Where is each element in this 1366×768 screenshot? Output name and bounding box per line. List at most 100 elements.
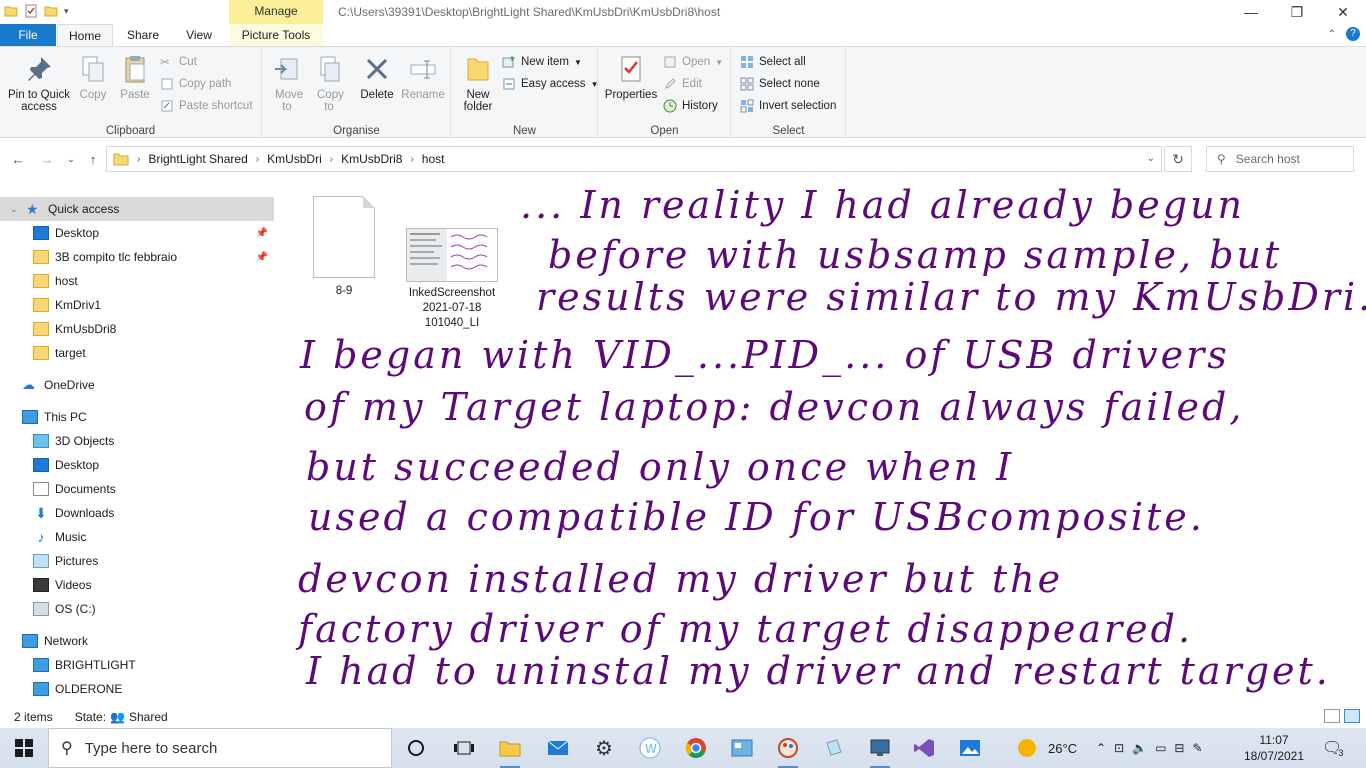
forward-button[interactable]: → (38, 150, 56, 168)
tab-view[interactable]: View (174, 24, 224, 46)
select-none-button[interactable]: Select none (740, 77, 820, 91)
invert-selection-button[interactable]: Invert selection (740, 99, 836, 113)
title-bar: ▾ Manage C:\Users\39391\Desktop\BrightLi… (0, 0, 1366, 24)
nav-videos[interactable]: Videos (0, 573, 274, 597)
cube-icon (33, 434, 49, 448)
copy-to-button[interactable]: Copy to (311, 53, 347, 113)
taskbar-search[interactable]: ⚲ Type here to search (48, 728, 392, 768)
nav-3b-compito[interactable]: 3B compito tlc febbraio 📌 (0, 245, 274, 269)
details-view-icon[interactable] (1324, 709, 1340, 723)
nav-network[interactable]: Network (0, 629, 274, 653)
nav-pictures[interactable]: Pictures (0, 549, 274, 573)
nav-kmusbdri8[interactable]: KmUsbDri8 (0, 317, 274, 341)
open-button[interactable]: Open ▼ (663, 55, 723, 69)
weather-widget[interactable]: 26°C (1018, 728, 1077, 768)
breadcrumb-chevron-icon[interactable]: › (256, 154, 259, 165)
move-to-button[interactable]: Move to (269, 53, 305, 113)
battery-icon[interactable]: ▭ (1155, 741, 1166, 755)
taskbar-mail[interactable] (538, 732, 578, 764)
chevron-up-icon[interactable]: ⌃ (1328, 29, 1336, 40)
people-tray-icon[interactable]: ⊡ (1114, 741, 1124, 755)
close-button[interactable]: ✕ (1320, 0, 1366, 24)
nav-documents[interactable]: Documents (0, 477, 274, 501)
nav-desktop-pinned[interactable]: Desktop 📌 (0, 221, 274, 245)
nav-onedrive[interactable]: ☁ OneDrive (0, 373, 274, 397)
properties-icon[interactable] (24, 4, 38, 18)
delete-button[interactable]: Delete (359, 53, 395, 101)
minimize-button[interactable]: — (1228, 0, 1274, 24)
tab-share[interactable]: Share (118, 24, 168, 46)
breadcrumb-chevron-icon[interactable]: › (410, 154, 413, 165)
network-tray-icon[interactable]: ⊟ (1174, 741, 1184, 755)
search-box[interactable]: ⚲ Search host (1206, 146, 1354, 172)
new-item-button[interactable]: New item ▼ (502, 55, 582, 69)
nav-quick-access[interactable]: ⌄ ★ Quick access (0, 197, 274, 221)
large-icons-view-icon[interactable] (1344, 709, 1360, 723)
tab-home[interactable]: Home (57, 24, 113, 46)
taskbar-chrome[interactable] (676, 732, 716, 764)
history-button[interactable]: History (663, 99, 718, 113)
nav-music[interactable]: ♪ Music (0, 525, 274, 549)
new-folder-button[interactable]: New folder (458, 53, 498, 113)
chevron-down-icon[interactable]: ⌄ (10, 204, 18, 215)
edit-button[interactable]: Edit (663, 77, 702, 91)
pen-icon[interactable]: ✎ (1192, 741, 1202, 755)
breadcrumb-kmusbdri8[interactable]: KmUsbDri8 (341, 152, 402, 166)
taskbar-settings[interactable]: ⚙ (584, 732, 624, 764)
tab-file[interactable]: File (0, 24, 56, 46)
easy-access-button[interactable]: Easy access ▼ (502, 77, 598, 91)
task-view-button[interactable] (444, 732, 484, 764)
taskbar-paint[interactable] (768, 732, 808, 768)
taskbar-photos[interactable] (950, 732, 990, 764)
cortana-button[interactable] (396, 732, 436, 764)
nav-host[interactable]: host (0, 269, 274, 293)
paste-shortcut-button[interactable]: Paste shortcut (160, 99, 253, 113)
customize-qat-icon[interactable]: ▾ (64, 6, 69, 17)
copy-button[interactable]: Copy (76, 53, 110, 101)
taskbar-app-w[interactable]: W (630, 732, 670, 764)
breadcrumb-chevron-icon[interactable]: › (330, 154, 333, 165)
file-view[interactable]: 8-9 InkedScreenshot 2021-07-18 101040_LI… (290, 180, 1366, 700)
nav-this-pc[interactable]: This PC (0, 405, 274, 429)
taskbar-visual-studio[interactable] (904, 732, 944, 764)
taskbar-control-panel[interactable] (722, 732, 762, 764)
copy-path-button[interactable]: Copy path (160, 77, 231, 91)
taskbar-file-explorer[interactable] (490, 732, 530, 768)
back-button[interactable]: ← (9, 150, 27, 168)
refresh-button[interactable]: ↻ (1164, 146, 1192, 172)
recent-locations-button[interactable]: ⌄ (62, 150, 80, 168)
nav-3d-objects[interactable]: 3D Objects (0, 429, 274, 453)
restore-button[interactable]: ❐ (1274, 0, 1320, 24)
clock[interactable]: 11:07 18/07/2021 (1240, 732, 1308, 764)
chevron-up-icon[interactable]: ⌃ (1096, 741, 1106, 755)
breadcrumb-kmusbdri[interactable]: KmUsbDri (267, 152, 322, 166)
notification-center-button[interactable]: 🗨 3 (1322, 728, 1343, 768)
rename-button[interactable]: Rename (401, 53, 445, 101)
pin-quick-access-button[interactable]: Pin to Quick access (4, 53, 74, 113)
up-button[interactable]: ↑ (84, 150, 102, 168)
address-bar[interactable]: › BrightLight Shared › KmUsbDri › KmUsbD… (106, 146, 1162, 172)
cut-button[interactable]: ✂ Cut (160, 55, 197, 69)
nav-olderone[interactable]: OLDERONE (0, 677, 274, 701)
start-button[interactable] (0, 728, 48, 768)
nav-downloads[interactable]: ⬇ Downloads (0, 501, 274, 525)
nav-brightlight[interactable]: BRIGHTLIGHT (0, 653, 274, 677)
select-all-button[interactable]: Select all (740, 55, 806, 69)
taskbar-notepad[interactable] (814, 732, 854, 764)
tab-picture-tools[interactable]: Picture Tools (229, 24, 323, 46)
volume-icon[interactable]: 🔈 (1132, 741, 1147, 755)
taskbar-remote-desktop[interactable] (860, 732, 900, 768)
paste-button[interactable]: Paste (118, 53, 152, 101)
manage-context-tab[interactable]: Manage (229, 0, 323, 24)
address-dropdown-icon[interactable]: ⌄ (1147, 153, 1155, 164)
nav-os-c[interactable]: OS (C:) (0, 597, 274, 621)
help-icon[interactable]: ? (1346, 27, 1360, 41)
nav-desktop[interactable]: Desktop (0, 453, 274, 477)
new-folder-icon[interactable] (44, 4, 58, 18)
breadcrumb-brightlight-shared[interactable]: BrightLight Shared (148, 152, 247, 166)
copy-to-icon (320, 56, 340, 82)
nav-target[interactable]: target (0, 341, 274, 365)
breadcrumb-host[interactable]: host (422, 152, 445, 166)
properties-button[interactable]: Properties (603, 53, 659, 101)
nav-kmdriv1[interactable]: KmDriv1 (0, 293, 274, 317)
